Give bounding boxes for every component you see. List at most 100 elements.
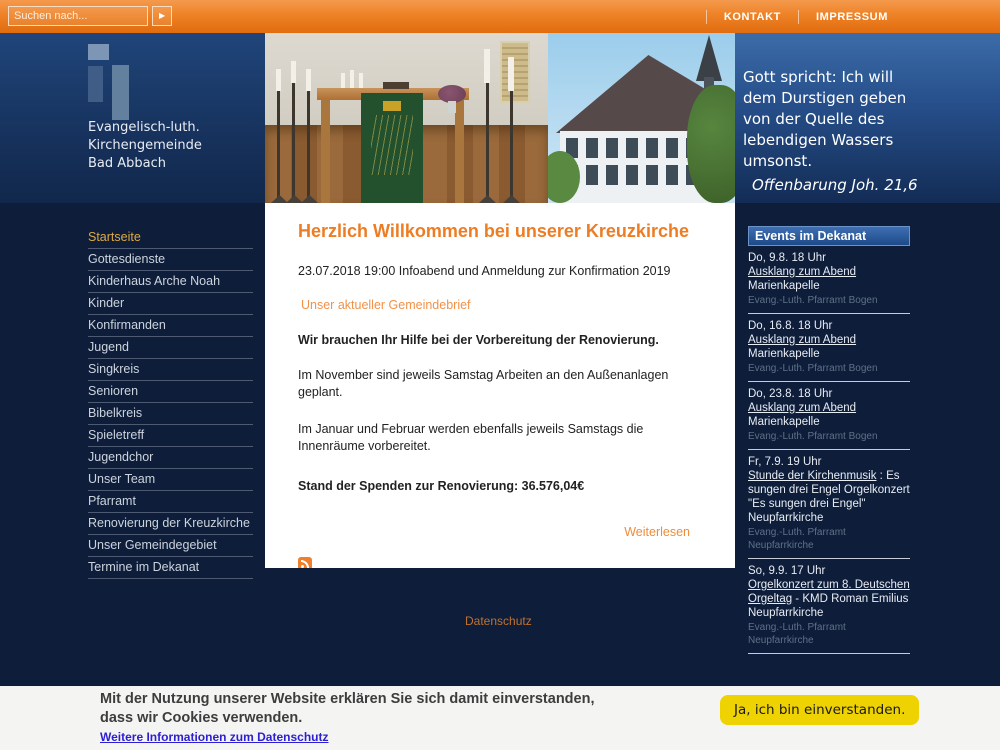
altar-lattice-window xyxy=(500,41,530,103)
event-venue: Neupfarrkirche xyxy=(748,511,910,525)
candle xyxy=(359,73,363,88)
event-title-line: Ausklang zum Abend xyxy=(748,333,910,347)
event-item: Do, 16.8. 18 Uhr Ausklang zum Abend Mari… xyxy=(748,314,910,382)
event-organizer: Evang.-Luth. Pfarramt Neupfarrkirche xyxy=(748,526,910,552)
sidebar-item[interactable]: Kinderhaus Arche Noah xyxy=(88,271,253,293)
event-item: Do, 9.8. 18 Uhr Ausklang zum Abend Marie… xyxy=(748,246,910,314)
event-date: Do, 9.8. 18 Uhr xyxy=(748,251,910,265)
article-help-line: Wir brauchen Ihr Hilfe bei der Vorbereit… xyxy=(298,333,690,347)
event-link[interactable]: Ausklang zum Abend xyxy=(748,334,856,346)
sidebar-item[interactable]: Jugendchor xyxy=(88,447,253,469)
church-photo xyxy=(548,33,735,203)
table-leg xyxy=(455,99,464,203)
altar-book xyxy=(383,82,409,89)
impressum-link[interactable]: IMPRESSUM xyxy=(798,10,905,24)
sidebar-item[interactable]: Unser Gemeindegebiet xyxy=(88,535,253,557)
sidebar-item[interactable]: Singkreis xyxy=(88,359,253,381)
sidebar-item[interactable]: Bibelkreis xyxy=(88,403,253,425)
gemeindebrief-link[interactable]: Unser aktueller Gemeindebrief xyxy=(301,298,471,312)
header-right-panel: Gott spricht: Ich willdem Durstigen gebe… xyxy=(735,33,1000,203)
event-venue: Marienkapelle xyxy=(748,279,910,293)
event-date: Do, 23.8. 18 Uhr xyxy=(748,387,910,401)
candlestick xyxy=(277,91,280,201)
header-left-panel: Evangelisch-luth.KirchengemeindeBad Abba… xyxy=(0,33,265,203)
sidebar-item[interactable]: Renovierung der Kreuzkirche xyxy=(88,513,253,535)
search-submit-button[interactable]: ▶ xyxy=(152,6,172,26)
site-name-line: Bad Abbach xyxy=(88,155,202,173)
logo-bar-right xyxy=(112,65,129,120)
quote-line: Gott spricht: Ich will xyxy=(743,67,973,88)
sidebar-item[interactable]: Konfirmanden xyxy=(88,315,253,337)
article-intro: 23.07.2018 19:00 Infoabend und Anmeldung… xyxy=(298,264,690,278)
rss-feed-icon[interactable] xyxy=(298,557,312,568)
kontakt-link[interactable]: KONTAKT xyxy=(706,10,798,24)
candle xyxy=(484,49,490,83)
altar-photo xyxy=(265,33,548,203)
sidebar-item[interactable]: Kinder xyxy=(88,293,253,315)
sidebar-item[interactable]: Spieletreff xyxy=(88,425,253,447)
candle xyxy=(291,61,296,83)
window-row xyxy=(566,165,706,185)
sidebar-item[interactable]: Senioren xyxy=(88,381,253,403)
top-links: KONTAKT IMPRESSUM xyxy=(706,0,905,33)
cookie-message: Mit der Nutzung unserer Website erklären… xyxy=(100,690,594,728)
event-link[interactable]: Ausklang zum Abend xyxy=(748,266,856,278)
article-paragraph-1: Im November sind jeweils Samstag Arbeite… xyxy=(298,367,690,401)
quote-line: von der Quelle des xyxy=(743,109,973,130)
candlestick xyxy=(486,83,489,201)
event-link[interactable]: Ausklang zum Abend xyxy=(748,402,856,414)
cookie-info-link[interactable]: Weitere Informationen zum Datenschutz xyxy=(100,730,328,744)
sidebar-nav: Startseite Gottesdienste Kinderhaus Arch… xyxy=(88,227,253,579)
event-venue: Marienkapelle xyxy=(748,347,910,361)
events-list: Do, 9.8. 18 Uhr Ausklang zum Abend Marie… xyxy=(748,246,910,654)
event-title-line: Ausklang zum Abend xyxy=(748,265,910,279)
site-logo[interactable] xyxy=(88,42,133,122)
events-panel: Events im Dekanat Do, 9.8. 18 Uhr Auskla… xyxy=(748,226,910,654)
sidebar-item[interactable]: Termine im Dekanat xyxy=(88,557,253,579)
cookie-banner: Mit der Nutzung unserer Website erklären… xyxy=(0,685,1000,750)
event-link[interactable]: Stunde der Kirchenmusik xyxy=(748,470,876,482)
article-paragraph-2: Im Januar und Februar werden ebenfalls j… xyxy=(298,421,690,455)
datenschutz-link[interactable]: Datenschutz xyxy=(465,614,532,628)
event-organizer: Evang.-Luth. Pfarramt Bogen xyxy=(748,294,910,307)
event-item: So, 9.9. 17 Uhr Orgelkonzert zum 8. Deut… xyxy=(748,559,910,654)
candlestick xyxy=(292,83,295,201)
sidebar-item[interactable]: Pfarramt xyxy=(88,491,253,513)
logo-bar-left xyxy=(88,66,103,102)
header: Evangelisch-luth.KirchengemeindeBad Abba… xyxy=(0,33,1000,203)
event-date: So, 9.9. 17 Uhr xyxy=(748,564,910,578)
search-form: ▶ xyxy=(8,6,172,26)
weiterlesen-link[interactable]: Weiterlesen xyxy=(624,525,690,539)
candle xyxy=(276,69,281,91)
event-venue: Neupfarrkirche xyxy=(748,606,910,620)
tree xyxy=(687,85,735,203)
top-bar: ▶ KONTAKT IMPRESSUM xyxy=(0,0,1000,33)
altar-cloth xyxy=(361,93,423,203)
sidebar-item[interactable]: Startseite xyxy=(88,227,253,249)
quote-source: Offenbarung Joh. 21,6 xyxy=(743,175,973,196)
event-venue: Marienkapelle xyxy=(748,415,910,429)
quote-line: umsonst. xyxy=(743,151,973,172)
quote-line: dem Durstigen geben xyxy=(743,88,973,109)
candle xyxy=(350,70,354,88)
candle xyxy=(341,73,345,88)
bible-quote: Gott spricht: Ich willdem Durstigen gebe… xyxy=(743,67,973,196)
sidebar-item[interactable]: Jugend xyxy=(88,337,253,359)
sidebar-item[interactable]: Gottesdienste xyxy=(88,249,253,271)
event-item: Fr, 7.9. 19 Uhr Stunde der Kirchenmusik … xyxy=(748,450,910,559)
site-name: Evangelisch-luth.KirchengemeindeBad Abba… xyxy=(88,119,202,173)
logo-square xyxy=(88,44,109,60)
sidebar-item[interactable]: Unser Team xyxy=(88,469,253,491)
event-title-line: Ausklang zum Abend xyxy=(748,401,910,415)
event-title-suffix: - KMD Roman Emilius xyxy=(792,593,908,605)
read-more-row: Weiterlesen xyxy=(298,523,690,541)
event-title-line: Stunde der Kirchenmusik : Es sungen drei… xyxy=(748,469,910,511)
event-title-line: Orgelkonzert zum 8. Deutschen Orgeltag -… xyxy=(748,578,910,606)
search-input[interactable] xyxy=(8,6,148,26)
cloth-rays xyxy=(371,115,413,175)
cookie-accept-button[interactable]: Ja, ich bin einverstanden. xyxy=(720,695,919,725)
event-item: Do, 23.8. 18 Uhr Ausklang zum Abend Mari… xyxy=(748,382,910,450)
event-organizer: Evang.-Luth. Pfarramt Neupfarrkirche xyxy=(748,621,910,647)
window-row xyxy=(566,138,706,158)
event-organizer: Evang.-Luth. Pfarramt Bogen xyxy=(748,430,910,443)
